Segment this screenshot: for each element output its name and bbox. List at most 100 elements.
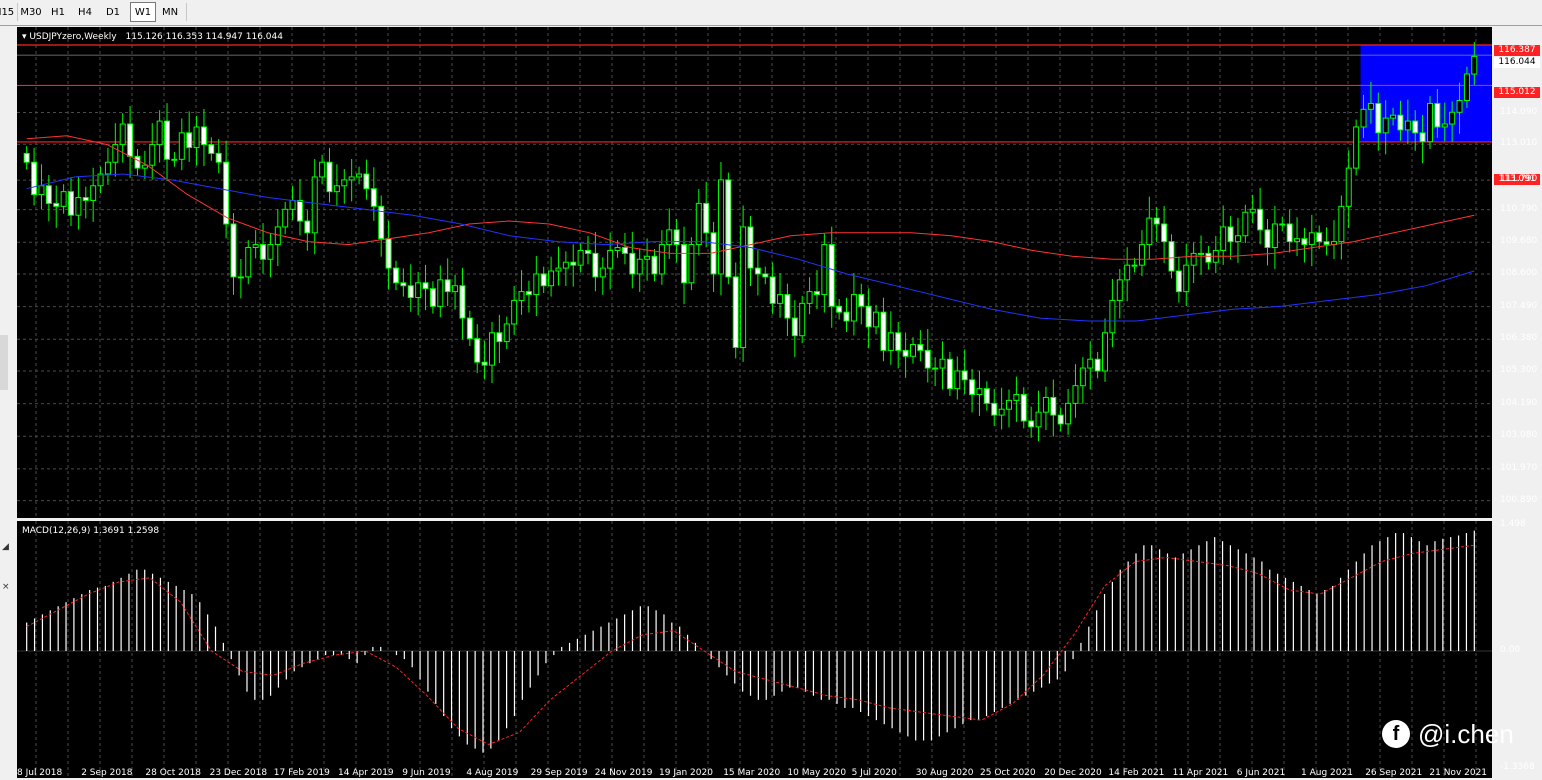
candle-body <box>1146 217 1153 246</box>
date-scale-label: 2 Sep 2018 <box>81 768 133 778</box>
candle-body <box>407 285 414 298</box>
date-scale-label: 17 Feb 2019 <box>273 768 330 778</box>
candle-body <box>400 282 407 287</box>
candle-body <box>1006 399 1013 410</box>
candle-body <box>1463 73 1470 102</box>
candle-body <box>104 161 111 175</box>
candle-body <box>60 191 67 207</box>
timeframe-h4[interactable]: H4 <box>73 2 97 22</box>
candle-body <box>991 402 998 416</box>
timeframe-mn[interactable]: MN <box>157 2 183 22</box>
candle-body <box>481 361 488 366</box>
candle-body <box>267 244 274 260</box>
timeframe-h1[interactable]: H1 <box>46 2 70 22</box>
pane-separator <box>17 518 1492 521</box>
candle-body <box>1161 223 1168 243</box>
candle-body <box>983 388 990 404</box>
candle-body <box>385 238 392 269</box>
candle-body <box>75 197 82 216</box>
candle-body <box>45 185 52 204</box>
candle-body <box>156 120 163 146</box>
candle-body <box>614 247 621 251</box>
price-scale-label: 111.790 <box>1500 174 1538 185</box>
candle-body <box>230 223 237 278</box>
price-chart[interactable] <box>17 27 1492 778</box>
watermark: f @i.chen <box>1382 716 1514 752</box>
candle-body <box>1390 114 1397 119</box>
candle-body <box>629 252 636 275</box>
candle-body <box>1198 252 1205 255</box>
candle-body <box>1308 232 1315 246</box>
candle-body <box>1367 102 1374 110</box>
date-scale-label: 10 May 2020 <box>787 768 847 778</box>
candle-body <box>791 317 798 337</box>
collapse-arrow-icon[interactable]: ◢ <box>2 542 9 552</box>
candle-body <box>799 302 806 337</box>
price-scale-label: 105.300 <box>1500 364 1538 375</box>
candle-body <box>452 285 459 293</box>
candle-body <box>717 179 724 275</box>
left-panel-strip: ◢ × <box>0 27 16 778</box>
candle-body <box>1412 120 1419 134</box>
candle-body <box>932 367 939 370</box>
date-scale-label: 14 Feb 2021 <box>1108 768 1165 778</box>
candle-body <box>1323 241 1330 246</box>
symbol-header: ▾ USDJPYzero,Weekly 115.126 116.353 114.… <box>22 32 283 42</box>
close-icon[interactable]: × <box>2 582 10 592</box>
candle-body <box>585 249 592 254</box>
candle-body <box>1397 114 1404 131</box>
candle-body <box>673 229 680 246</box>
candle-body <box>518 291 525 301</box>
candle-body <box>422 282 429 290</box>
candle-body <box>1345 167 1352 207</box>
date-scale-label: 19 Jan 2020 <box>659 768 713 778</box>
candle-body <box>1242 211 1249 237</box>
candle-body <box>1471 55 1478 75</box>
timeframe-toolbar: M15 M30 H1 H4 D1 W1 MN <box>0 0 1542 26</box>
date-scale-label: 25 Oct 2020 <box>980 768 1036 778</box>
candle-body <box>282 208 289 228</box>
candle-body <box>200 126 207 146</box>
candle-body <box>149 144 156 166</box>
candle-body <box>740 226 747 348</box>
candle-body <box>858 294 865 307</box>
candle-body <box>53 202 60 207</box>
candle-body <box>193 126 200 149</box>
timeframe-m30[interactable]: M30 <box>18 2 44 22</box>
candle-body <box>488 332 495 366</box>
candle-body <box>319 161 326 178</box>
macd-scale-label: 0.00 <box>1500 645 1521 655</box>
candle-body <box>548 270 555 287</box>
timeframe-m15[interactable]: M15 <box>0 2 16 22</box>
candle-body <box>304 220 311 234</box>
candle-body <box>843 311 850 322</box>
timeframe-w1[interactable]: W1 <box>130 2 156 22</box>
candle-body <box>1419 132 1426 143</box>
candle-body <box>1426 102 1433 143</box>
candle-body <box>1168 241 1175 272</box>
candle-body <box>917 344 924 351</box>
candle-body <box>1264 229 1271 249</box>
date-scale-label: 11 Apr 2021 <box>1172 768 1229 778</box>
candle-body <box>954 370 961 390</box>
candle-body <box>540 273 547 287</box>
candle-body <box>658 244 665 275</box>
left-scroll-handle[interactable] <box>0 335 8 390</box>
candle-body <box>370 188 377 207</box>
candle-body <box>1294 238 1301 243</box>
candle-body <box>666 229 673 246</box>
candle-body <box>511 299 518 325</box>
candle-body <box>1138 244 1145 266</box>
candle-body <box>1057 414 1064 425</box>
price-scale-label: 103.080 <box>1500 430 1538 441</box>
candle-body <box>363 173 370 190</box>
candle-body <box>171 158 178 161</box>
candle-body <box>1353 126 1360 169</box>
timeframe-d1[interactable]: D1 <box>101 2 125 22</box>
chart-window[interactable] <box>17 27 1492 778</box>
dropdown-triangle-icon[interactable]: ▾ <box>22 32 27 42</box>
candle-body <box>1035 411 1042 428</box>
candle-body <box>1042 396 1049 413</box>
candle-body <box>762 273 769 278</box>
price-scale-label: 108.600 <box>1500 267 1538 278</box>
